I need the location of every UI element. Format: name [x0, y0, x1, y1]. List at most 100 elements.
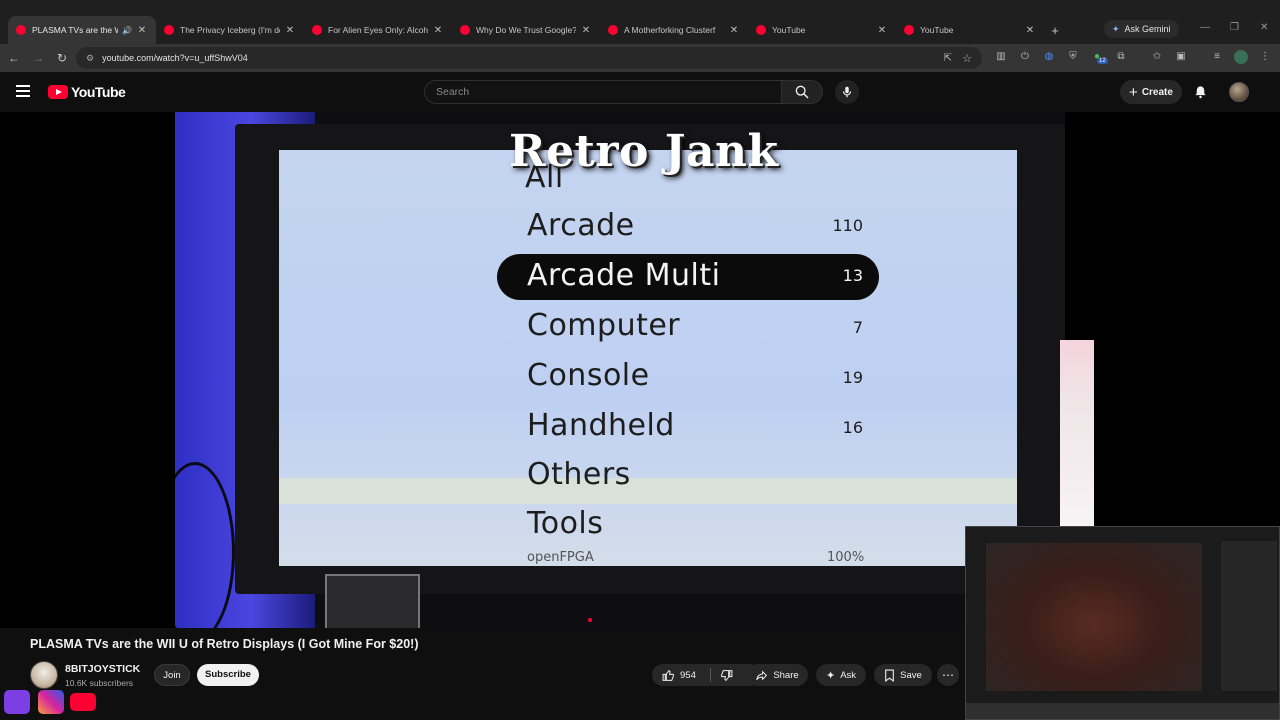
side-panel-icon[interactable]: ▣ [1174, 50, 1188, 64]
extension-3-icon[interactable]: ◍ [1042, 50, 1056, 64]
bookmarks-icon[interactable]: ✩ [1150, 50, 1164, 64]
tab-title: YouTube [772, 25, 806, 35]
close-tab-icon[interactable]: ✕ [876, 25, 888, 36]
close-tab-icon[interactable]: ✕ [432, 25, 444, 36]
tab-trust-google[interactable]: Why Do We Trust Google? - ✕ [452, 16, 600, 44]
progress-indicator [588, 618, 592, 622]
tab-title: A Motherforking Clusterf [624, 25, 716, 35]
tab-youtube-2[interactable]: YouTube ✕ [896, 16, 1044, 44]
tab-plasma-tvs[interactable]: PLASMA TVs are the WI 🔊 ✕ [8, 16, 156, 44]
create-label: Create [1141, 86, 1173, 98]
menu-count-computer: 7 [852, 318, 863, 337]
new-tab-button[interactable]: + [1044, 16, 1066, 44]
video-overlay-title: Retro Jank [509, 126, 779, 177]
address-toolbar: ← → ↻ ⚙ youtube.com/watch?v=u_uffShwV04 … [0, 44, 1280, 72]
forward-arrow-icon[interactable]: → [26, 51, 50, 65]
back-arrow-icon[interactable]: ← [2, 51, 26, 65]
twitch-icon[interactable] [4, 690, 30, 714]
tab-title: Why Do We Trust Google? - [476, 25, 576, 35]
youtube-favicon-icon [756, 25, 766, 35]
search-input[interactable]: Search [424, 80, 782, 104]
reload-icon[interactable]: ↻ [50, 51, 74, 65]
menu-item-console: Console [527, 358, 650, 393]
dislike-button[interactable] [712, 664, 740, 686]
close-tab-icon[interactable]: ✕ [284, 25, 296, 36]
ask-gemini-button[interactable]: ✦ Ask Gemini [1104, 20, 1179, 38]
guide-menu-icon[interactable] [16, 85, 30, 97]
screen-glare-band [279, 478, 1017, 504]
menu-item-arcade-multi: Arcade Multi [527, 258, 721, 293]
subscribe-button[interactable]: Subscribe [197, 664, 259, 686]
menu-footer-percent: 100% [827, 550, 865, 565]
more-actions-button[interactable]: ⋯ [937, 664, 959, 686]
window-titlebar [0, 0, 1280, 16]
tab-title: The Privacy Iceberg (I'm des [180, 25, 280, 35]
share-arrow-icon [756, 670, 768, 680]
site-info-icon[interactable]: ⚙ [86, 53, 94, 64]
channel-avatar[interactable] [30, 661, 58, 689]
close-tab-icon[interactable]: ✕ [1024, 25, 1036, 36]
instagram-icon[interactable] [38, 690, 64, 714]
media-control-icon[interactable]: ≡ [1210, 50, 1224, 64]
save-label: Save [900, 669, 922, 681]
browser-menu-icon[interactable]: ⋮ [1258, 50, 1272, 64]
extension-1-icon[interactable]: ▥ [994, 50, 1008, 64]
menu-footer-core: openFPGA [527, 550, 594, 565]
menu-count-arcade-multi: 13 [842, 266, 863, 285]
minimize-window-icon[interactable]: — [1200, 22, 1210, 33]
join-button[interactable]: Join [154, 664, 190, 686]
extension-4-icon[interactable]: ⛨ [1066, 50, 1080, 64]
ask-gemini-label: Ask Gemini [1124, 24, 1171, 34]
ask-button[interactable]: ✦ Ask [816, 664, 866, 686]
close-tab-icon[interactable]: ✕ [728, 25, 740, 36]
close-window-icon[interactable]: ✕ [1260, 22, 1268, 33]
subscriber-count: 10.6K subscribers [65, 678, 134, 688]
youtube-favicon-icon [16, 25, 26, 35]
install-app-icon[interactable]: ⇱ [944, 53, 952, 64]
voice-search-button[interactable] [835, 80, 859, 104]
close-tab-icon[interactable]: ✕ [136, 25, 148, 36]
audio-playing-icon[interactable]: 🔊 [122, 26, 132, 35]
menu-count-console: 19 [842, 368, 863, 387]
thumbs-up-icon [662, 669, 674, 681]
ask-sparkle-icon: ✦ [825, 669, 836, 682]
youtube-favicon-icon [164, 25, 174, 35]
like-count: 954 [680, 669, 696, 681]
create-button[interactable]: + Create [1120, 80, 1182, 104]
tv-screen: All Arcade 110 Arcade Multi 13 Computer … [279, 150, 1017, 566]
share-button[interactable]: Share [746, 664, 808, 686]
youtube-social-icon[interactable] [70, 693, 96, 711]
youtube-favicon-icon [904, 25, 914, 35]
youtube-favicon-icon [312, 25, 322, 35]
extension-2-icon[interactable]: ⏻ [1018, 50, 1032, 64]
menu-item-handheld: Handheld [527, 408, 675, 443]
menu-count-arcade: 110 [832, 216, 863, 235]
maximize-window-icon[interactable]: ❐ [1230, 22, 1239, 33]
notifications-bell-icon[interactable] [1193, 84, 1208, 100]
close-tab-icon[interactable]: ✕ [580, 25, 592, 36]
profile-icon[interactable] [1234, 50, 1248, 64]
menu-item-arcade: Arcade [527, 208, 635, 243]
tab-youtube-1[interactable]: YouTube ✕ [748, 16, 896, 44]
url-text: youtube.com/watch?v=u_uffShwV04 [102, 53, 248, 63]
youtube-logo[interactable]: YouTube [48, 84, 126, 100]
tab-alien-eyes[interactable]: For Alien Eyes Only: Alcohol ✕ [304, 16, 452, 44]
search-icon [795, 85, 809, 99]
account-avatar[interactable] [1229, 82, 1249, 102]
miniplayer-video [986, 543, 1202, 691]
menu-item-computer: Computer [527, 308, 681, 343]
like-dislike-divider [710, 668, 711, 682]
bookmark-star-icon[interactable]: ☆ [962, 52, 972, 65]
channel-name[interactable]: 8BITJOYSTICK [65, 663, 140, 675]
save-button[interactable]: Save [874, 664, 932, 686]
extensions-puzzle-icon[interactable]: ⧉ [1114, 50, 1128, 64]
youtube-play-logo-icon [48, 85, 68, 99]
gemini-sparkle-icon: ✦ [1112, 23, 1120, 34]
tab-privacy-iceberg[interactable]: The Privacy Iceberg (I'm des ✕ [156, 16, 304, 44]
tab-clusterf[interactable]: A Motherforking Clusterf ✕ [600, 16, 748, 44]
thumbs-down-icon [720, 669, 732, 681]
address-bar[interactable]: ⚙ youtube.com/watch?v=u_uffShwV04 ⇱ ☆ [76, 47, 982, 69]
miniplayer-preview[interactable] [965, 526, 1280, 720]
search-button[interactable] [781, 80, 823, 104]
more-horizontal-icon: ⋯ [942, 668, 954, 682]
